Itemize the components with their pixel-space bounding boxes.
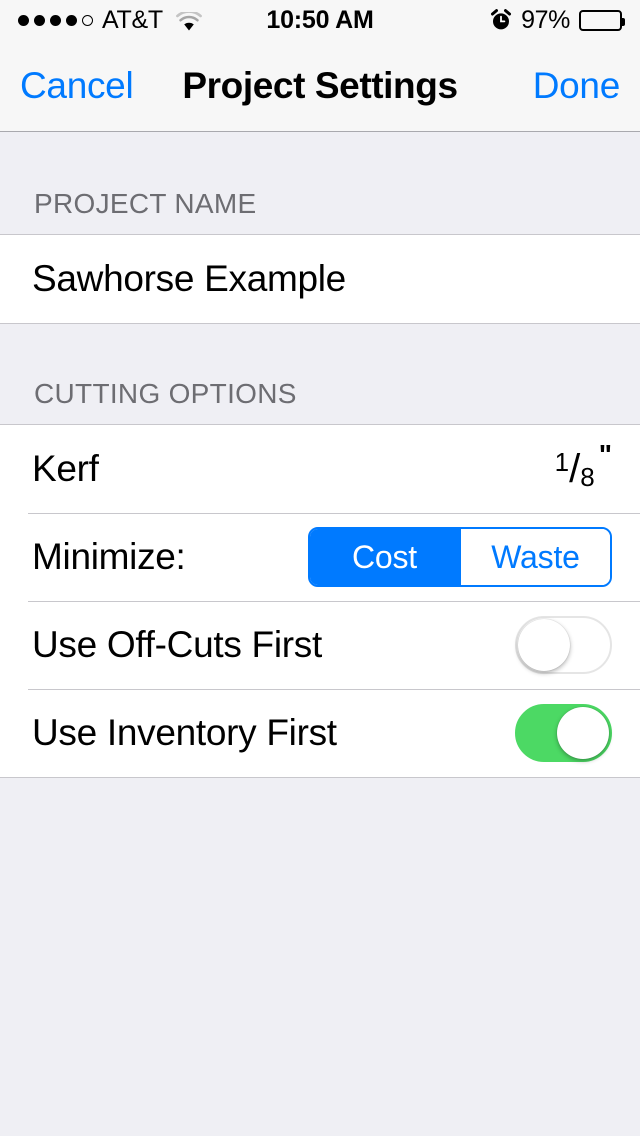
section-header-project-name: PROJECT NAME <box>0 132 640 234</box>
empty-area <box>0 778 640 1136</box>
project-name-value: Sawhorse Example <box>32 258 346 299</box>
app-screen: AT&T 10:50 AM 97% Cancel Project Setting… <box>0 0 640 1136</box>
navigation-bar: Cancel Project Settings Done <box>0 40 640 132</box>
status-bar: AT&T 10:50 AM 97% <box>0 0 640 40</box>
group-project-name: Sawhorse Example <box>0 234 640 324</box>
fraction-slash-icon: / <box>569 447 581 491</box>
use-inventory-first-label: Use Inventory First <box>32 712 337 753</box>
minimize-label: Minimize: <box>32 536 186 577</box>
cancel-button[interactable]: Cancel <box>20 65 134 107</box>
group-cutting-options: Kerf 1/8 " Minimize: Cost Waste Use Off-… <box>0 424 640 778</box>
status-bar-left: AT&T <box>18 6 202 35</box>
battery-icon <box>579 9 625 31</box>
kerf-unit: " <box>598 439 612 470</box>
row-use-off-cuts-first: Use Off-Cuts First <box>0 601 640 689</box>
minimize-segmented-control[interactable]: Cost Waste <box>308 527 612 587</box>
battery-percent-label: 97% <box>521 5 570 34</box>
row-kerf[interactable]: Kerf 1/8 " <box>0 425 640 513</box>
kerf-fraction: 1/8 <box>554 447 595 492</box>
kerf-numerator: 1 <box>554 447 570 477</box>
carrier-label: AT&T <box>102 5 163 34</box>
kerf-label: Kerf <box>32 448 99 489</box>
row-use-inventory-first: Use Inventory First <box>0 689 640 777</box>
signal-strength-icon <box>18 14 93 26</box>
use-off-cuts-first-label: Use Off-Cuts First <box>32 624 322 665</box>
wifi-icon <box>175 10 202 31</box>
toggle-knob <box>518 619 570 671</box>
section-header-cutting-options: CUTTING OPTIONS <box>0 324 640 424</box>
alarm-clock-icon <box>490 9 512 31</box>
row-minimize: Minimize: Cost Waste <box>0 513 640 601</box>
kerf-value: 1/8 " <box>554 439 612 492</box>
segment-cost[interactable]: Cost <box>310 529 459 585</box>
kerf-denominator: 8 <box>580 462 595 492</box>
toggle-knob <box>557 707 609 759</box>
use-off-cuts-first-toggle[interactable] <box>515 616 612 674</box>
segment-waste[interactable]: Waste <box>459 529 610 585</box>
status-bar-right: 97% <box>490 5 625 35</box>
done-button[interactable]: Done <box>533 65 621 107</box>
row-project-name[interactable]: Sawhorse Example <box>0 235 640 323</box>
use-inventory-first-toggle[interactable] <box>515 704 612 762</box>
